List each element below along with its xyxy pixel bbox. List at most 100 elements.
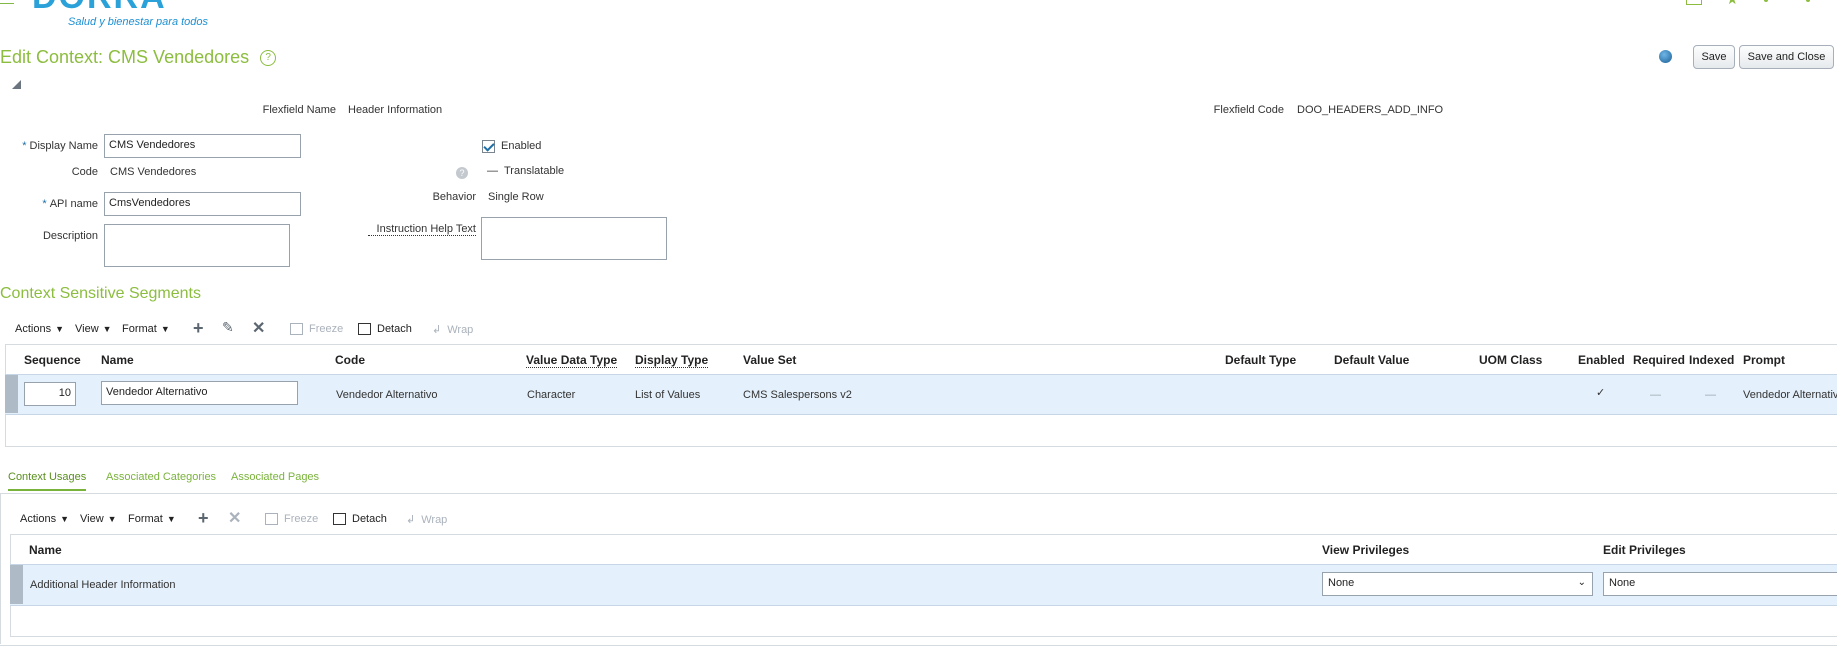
tab-associated-pages[interactable]: Associated Pages (231, 471, 319, 483)
freeze-label: Freeze (309, 323, 344, 335)
detach-icon (333, 513, 346, 525)
segments-format-menu[interactable]: Format ▼ (122, 323, 170, 335)
display-name-input[interactable]: CMS Vendedores (104, 134, 301, 158)
row-selector[interactable] (5, 375, 18, 413)
row-selector[interactable] (10, 565, 23, 604)
segments-wrap-button[interactable]: ↲ Wrap (432, 323, 474, 337)
required-indicator: * (22, 140, 27, 152)
col-required[interactable]: Required (1633, 353, 1685, 367)
usage-name-value: Additional Header Information (30, 579, 176, 591)
segment-display-type: List of Values (635, 389, 701, 401)
col-name[interactable]: Name (101, 353, 134, 367)
wrap-label: Wrap (447, 323, 474, 336)
segment-value-set: CMS Salespersons v2 (743, 389, 852, 401)
save-button[interactable]: Save (1693, 45, 1735, 69)
notifications-icon[interactable] (1764, 0, 1768, 2)
tab-associated-categories[interactable]: Associated Categories (106, 471, 216, 483)
home-icon[interactable] (1686, 0, 1702, 5)
behavior-label: Behavior (432, 191, 476, 203)
help-icon[interactable]: ? (260, 50, 277, 67)
col-prompt[interactable]: Prompt (1743, 353, 1785, 367)
tab-context-usages[interactable]: Context Usages (8, 471, 87, 491)
col-code[interactable]: Code (335, 353, 365, 367)
user-icon[interactable] (1806, 0, 1810, 2)
usages-detach-button[interactable]: Detach (333, 513, 387, 525)
col-edit-privileges[interactable]: Edit Privileges (1603, 543, 1686, 557)
actions-label: Actions (15, 323, 52, 335)
usages-actions-menu[interactable]: Actions ▼ (20, 513, 69, 525)
segments-table-top-border (5, 344, 1837, 345)
dropdown-icon: ▼ (55, 324, 64, 334)
tabs-underline (0, 493, 1837, 494)
enabled-label: Enabled (501, 140, 542, 152)
globe-icon[interactable] (1659, 50, 1672, 63)
dropdown-icon: ▼ (166, 514, 176, 524)
api-name-label-text: API name (49, 198, 98, 210)
col-value-data-type[interactable]: Value Data Type (526, 353, 618, 368)
flexfield-code-value: DOO_HEADERS_ADD_INFO (1297, 104, 1444, 116)
col-enabled[interactable]: Enabled (1578, 353, 1625, 367)
segment-name-input[interactable]: Vendedor Alternativo (101, 381, 298, 405)
add-icon[interactable]: + (193, 318, 204, 339)
segments-view-menu[interactable]: View ▼ (75, 323, 112, 335)
col-uom-class[interactable]: UOM Class (1479, 353, 1542, 367)
delete-icon[interactable]: ✕ (252, 318, 265, 338)
col-view-privileges[interactable]: View Privileges (1322, 543, 1409, 557)
col-usage-name[interactable]: Name (29, 543, 62, 557)
info-icon[interactable]: ? (456, 167, 468, 179)
format-label: Format (128, 513, 163, 525)
check-icon (483, 140, 495, 152)
format-label: Format (122, 323, 157, 335)
chevron-down-icon: ⌄ (1577, 577, 1586, 588)
logo-tagline: Salud y bienestar para todos (68, 16, 209, 28)
instruction-help-textarea[interactable] (481, 217, 667, 260)
col-sequence[interactable]: Sequence (24, 353, 81, 367)
segment-prompt: Vendedor Alternativo (1743, 389, 1837, 401)
col-default-value[interactable]: Default Value (1334, 353, 1409, 367)
page-title-text: Edit Context: CMS Vendedores (0, 47, 250, 67)
usages-view-menu[interactable]: View ▼ (80, 513, 117, 525)
code-label: Code (71, 166, 98, 178)
segments-detach-button[interactable]: Detach (358, 323, 412, 335)
segment-required-dash: — (1650, 389, 1661, 401)
usages-panel-bottom-border (0, 645, 1837, 646)
page-title: Edit Context: CMS Vendedores ? (0, 47, 277, 68)
edit-privileges-select[interactable]: None (1603, 572, 1837, 596)
description-textarea[interactable] (104, 224, 290, 267)
segments-actions-menu[interactable]: Actions ▼ (15, 323, 64, 335)
api-name-label: * API name (0, 198, 98, 210)
usages-freeze-button[interactable]: Freeze (265, 513, 318, 525)
segment-code-value: Vendedor Alternativo (336, 389, 438, 401)
dropdown-icon: ▼ (107, 514, 117, 524)
col-default-type[interactable]: Default Type (1225, 353, 1296, 367)
flexfield-name-value: Header Information (348, 104, 443, 116)
add-icon[interactable]: + (198, 508, 209, 529)
edit-privileges-value: None (1609, 577, 1636, 589)
collapse-icon[interactable] (12, 80, 21, 89)
view-privileges-select[interactable]: None ⌄ (1322, 572, 1593, 596)
favorites-icon[interactable]: ★ (1726, 0, 1739, 8)
col-indexed[interactable]: Indexed (1689, 353, 1734, 367)
flexfield-name-label: Flexfield Name (262, 104, 336, 116)
usages-wrap-button[interactable]: ↲ Wrap (406, 513, 447, 527)
sequence-input[interactable]: 10 (24, 382, 76, 406)
usages-panel-left-border (0, 494, 1, 644)
col-value-set[interactable]: Value Set (743, 353, 796, 367)
segment-value-data-type: Character (527, 389, 576, 401)
required-indicator: * (42, 198, 47, 210)
view-label: View (75, 323, 99, 335)
dropdown-icon: ▼ (160, 324, 170, 334)
usages-format-menu[interactable]: Format ▼ (128, 513, 176, 525)
edit-icon[interactable]: ✎ (222, 319, 234, 336)
col-display-type[interactable]: Display Type (635, 353, 709, 368)
segment-indexed-dash: — (1705, 389, 1716, 401)
menu-icon[interactable]: — (0, 0, 14, 10)
code-value: CMS Vendedores (110, 166, 197, 178)
delete-icon[interactable]: ✕ (228, 508, 241, 528)
save-and-close-button[interactable]: Save and Close (1739, 45, 1834, 69)
enabled-checkbox[interactable] (482, 140, 495, 153)
segments-table-bottom-border (5, 446, 1837, 447)
view-privileges-value: None (1328, 577, 1355, 589)
segments-freeze-button[interactable]: Freeze (290, 323, 343, 335)
api-name-input[interactable]: CmsVendedores (104, 192, 301, 216)
